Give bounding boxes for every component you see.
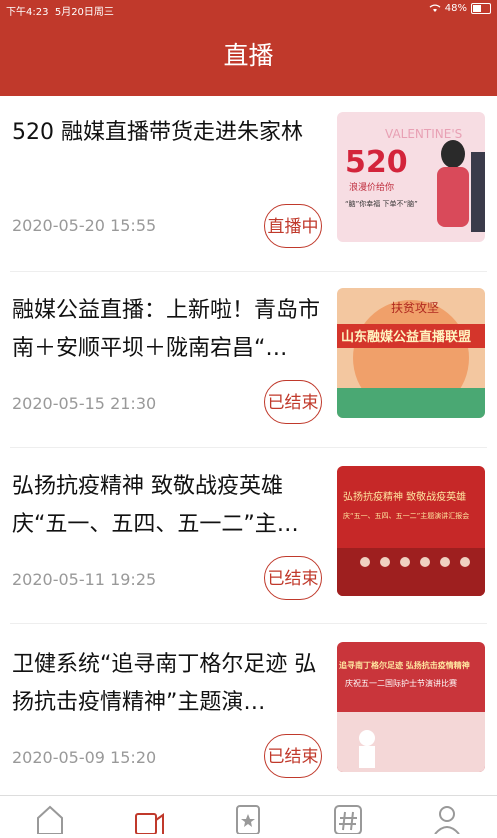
thumb-text: 追寻南丁格尔足迹 弘扬抗击疫情精神 — [339, 660, 470, 670]
tab-live[interactable] — [132, 802, 166, 835]
wifi-icon — [429, 4, 441, 12]
thumb-text: 520 — [345, 145, 408, 180]
thumb-text: 山东融媒公益直播联盟 — [341, 329, 471, 345]
thumb-text: “脑”你幸福 下单不“脑” — [345, 199, 418, 208]
item-title: 融媒公益直播：上新啦！青岛市南＋安顺平坝＋陇南宕昌“… — [12, 298, 321, 361]
status-right: 48% — [429, 3, 491, 14]
item-date: 2020-05-09 15:20 — [12, 748, 157, 767]
item-date: 2020-05-20 15:55 — [12, 216, 157, 235]
list-item[interactable]: 卫健系统“追寻南丁格尔足迹 弘扬抗击疫情精神”主题演… 2020-05-09 1… — [0, 624, 497, 800]
thumb-text: 浪漫价给你 — [349, 181, 394, 193]
item-date: 2020-05-11 19:25 — [12, 570, 157, 589]
thumb-text: 庆“五一、五四、五一二”主题演讲汇报会 — [343, 511, 469, 520]
thumb-text: VALENTINE'S — [385, 127, 462, 141]
ended-status-button[interactable]: 已结束 — [264, 380, 322, 424]
list-item[interactable]: 弘扬抗疫精神 致敬战疫英雄 庆“五一、五四、五一二”主… 2020-05-11 … — [0, 448, 497, 624]
ended-status-button[interactable]: 已结束 — [264, 734, 322, 778]
battery-percent: 48% — [444, 3, 467, 14]
item-thumbnail[interactable]: 弘扬抗疫精神 致敬战疫英雄 庆“五一、五四、五一二”主题演讲汇报会 — [337, 466, 485, 596]
star-card-icon — [236, 805, 260, 835]
item-title: 520 融媒直播带货走进朱家林 — [12, 120, 303, 145]
tab-featured[interactable] — [231, 802, 265, 835]
home-icon — [37, 805, 63, 835]
thumb-text: 扶贫攻坚 — [391, 300, 439, 315]
item-thumbnail[interactable]: VALENTINE'S 520 浪漫价给你 “脑”你幸福 下单不“脑” — [337, 112, 485, 242]
hash-icon — [334, 805, 362, 835]
item-title: 弘扬抗疫精神 致敬战疫英雄 庆“五一、五四、五一二”主… — [12, 474, 299, 537]
thumb-text: 弘扬抗疫精神 致敬战疫英雄 — [343, 490, 466, 503]
tab-profile[interactable] — [430, 802, 464, 835]
item-thumbnail[interactable]: 追寻南丁格尔足迹 弘扬抗击疫情精神 庆祝五一二国际护士节演讲比赛 — [337, 642, 485, 772]
item-date: 2020-05-15 21:30 — [12, 394, 157, 413]
bottom-tab-bar — [0, 795, 497, 835]
page-title: 直播 — [223, 41, 274, 70]
user-icon — [434, 806, 460, 835]
video-icon — [135, 813, 164, 835]
list-item[interactable]: 融媒公益直播：上新啦！青岛市南＋安顺平坝＋陇南宕昌“… 2020-05-15 2… — [0, 272, 497, 448]
item-thumbnail[interactable]: 扶贫攻坚 山东融媒公益直播联盟 — [337, 288, 485, 418]
thumb-text: 庆祝五一二国际护士节演讲比赛 — [345, 678, 457, 688]
tab-topics[interactable] — [331, 802, 365, 835]
battery-icon — [471, 3, 491, 14]
status-time: 下午4:23 5月20日周三 — [6, 7, 114, 18]
item-title: 卫健系统“追寻南丁格尔足迹 弘扬抗击疫情精神”主题演… — [12, 652, 317, 715]
top-bar: 下午4:23 5月20日周三 48% 直播 — [0, 0, 497, 96]
ended-status-button[interactable]: 已结束 — [264, 556, 322, 600]
list-item[interactable]: 520 融媒直播带货走进朱家林 2020-05-20 15:55 直播中 VAL… — [0, 96, 497, 272]
live-status-button[interactable]: 直播中 — [264, 204, 322, 248]
status-bar: 下午4:23 5月20日周三 48% — [0, 0, 497, 18]
tab-home[interactable] — [33, 802, 67, 835]
